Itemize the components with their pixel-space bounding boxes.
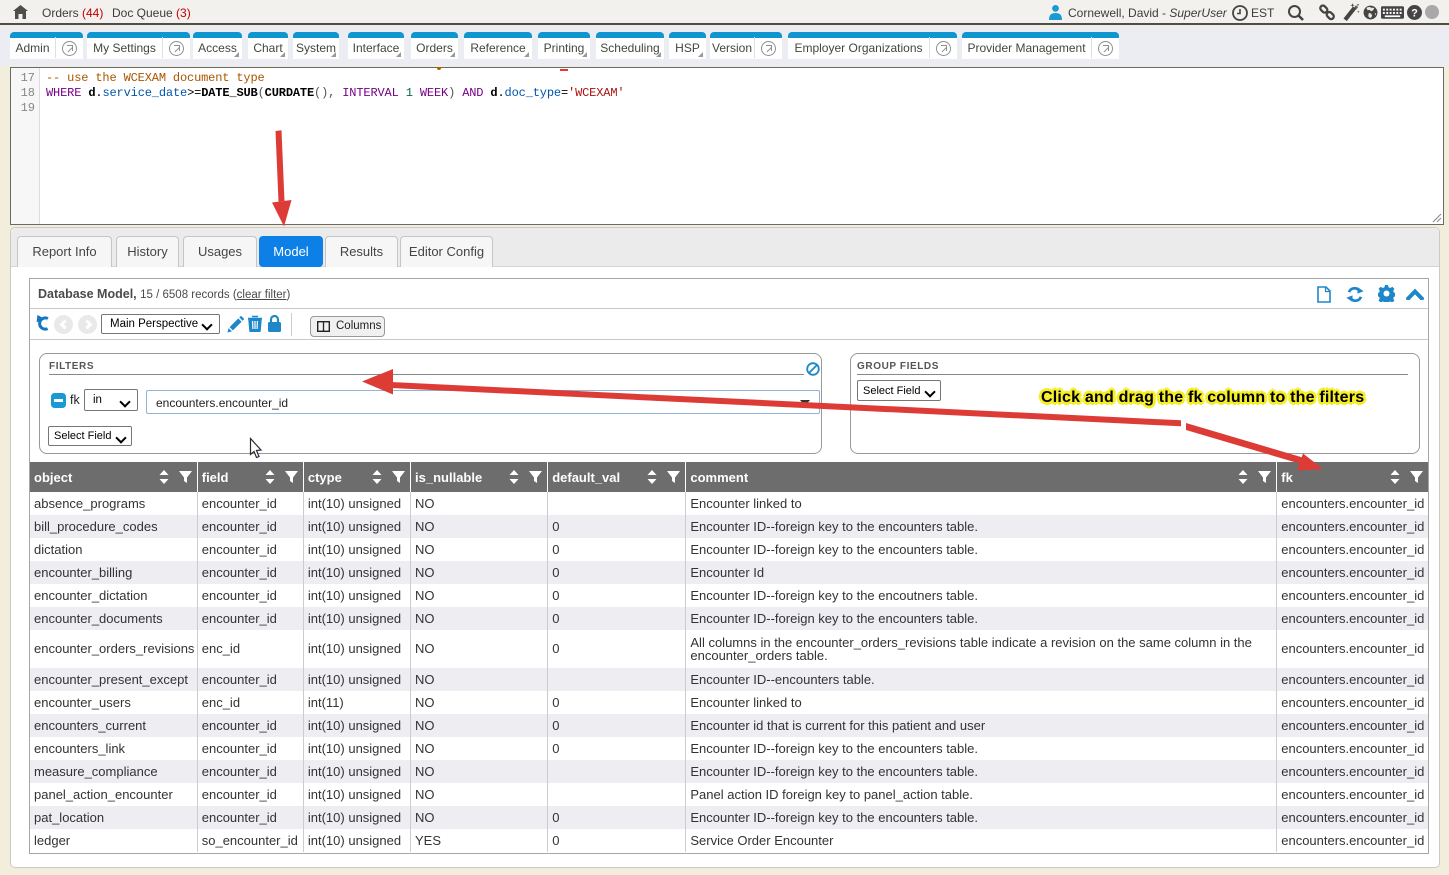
svg-text:?: ? [1411, 7, 1418, 19]
